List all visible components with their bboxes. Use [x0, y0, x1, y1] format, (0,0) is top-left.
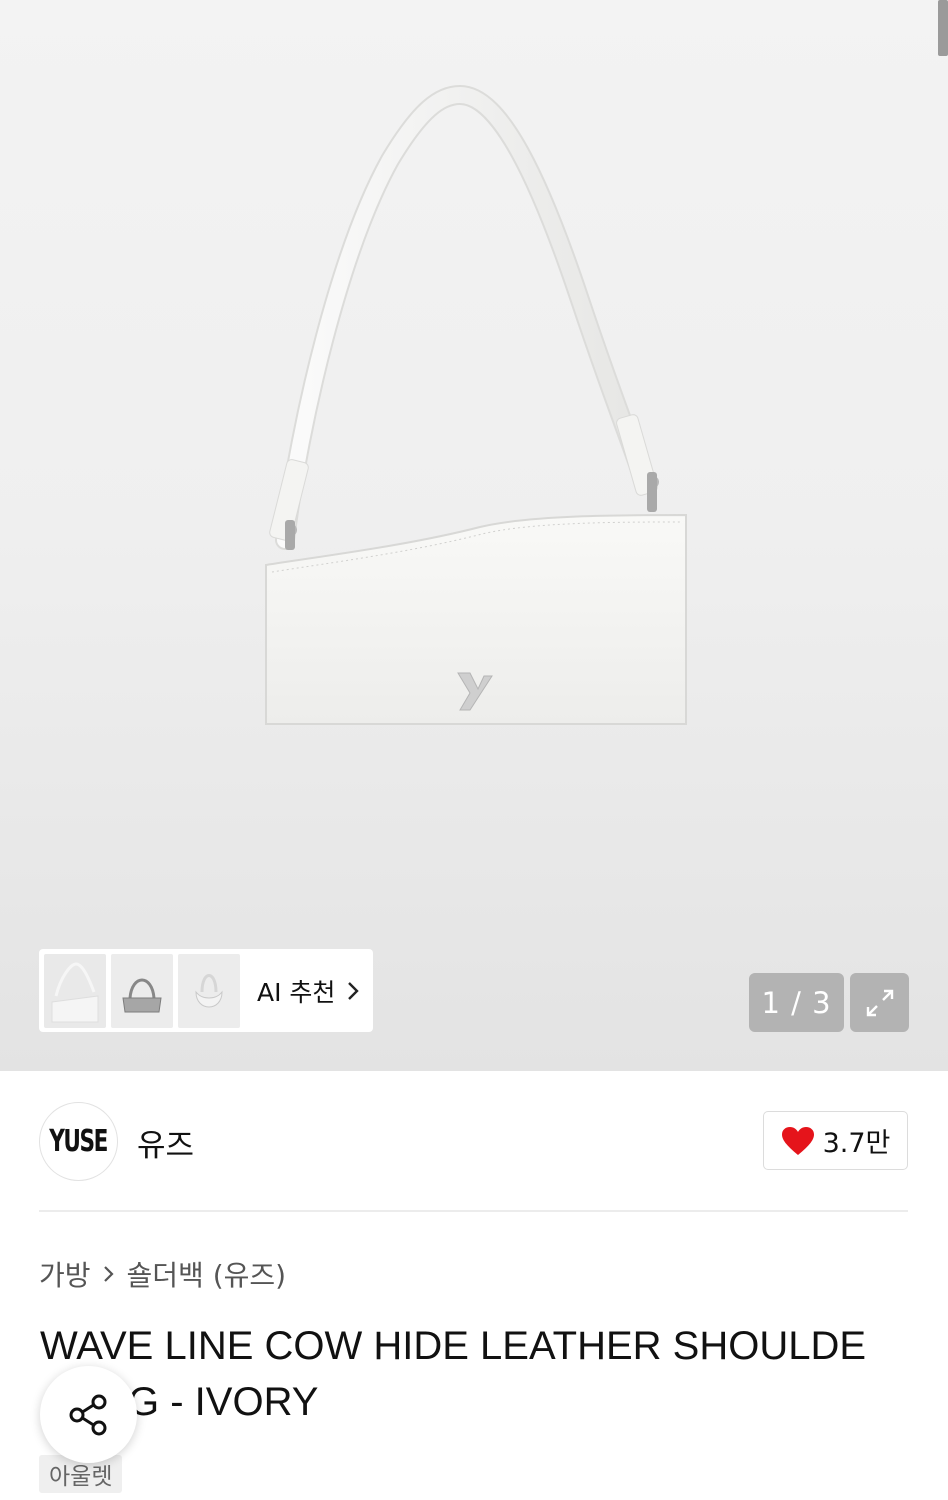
brand-logo-text: YUSE: [49, 1124, 109, 1159]
shoulder-bag-thumb-icon: [51, 961, 99, 1022]
divider: [39, 1210, 908, 1212]
ai-recommend-link[interactable]: AI 추천: [257, 973, 360, 1009]
chevron-right-icon: [347, 981, 360, 1001]
share-button[interactable]: [40, 1366, 137, 1463]
product-title: WAVE LINE COW HIDE LEATHER SHOULDE G - I…: [40, 1318, 910, 1430]
bag-thumb-icon: [122, 978, 162, 1012]
ai-recommend-panel[interactable]: AI 추천: [39, 949, 373, 1032]
product-title-line2: G - IVORY: [128, 1380, 319, 1424]
heart-icon: [781, 1126, 814, 1155]
product-image-gallery[interactable]: AI 추천 1 / 3: [0, 0, 948, 1071]
recommend-thumb-1[interactable]: [44, 953, 106, 1028]
product-title-line1: WAVE LINE COW HIDE LEATHER SHOULDE: [40, 1324, 867, 1368]
share-icon: [69, 1394, 106, 1435]
expand-image-button[interactable]: [850, 973, 909, 1032]
hobo-bag-thumb-icon: [195, 973, 223, 1007]
brand-logo[interactable]: YUSE: [39, 1102, 118, 1181]
breadcrumb: 가방 숄더백 (유즈): [39, 1254, 286, 1294]
like-count: 3.7만: [822, 1128, 891, 1159]
recommend-thumb-2[interactable]: [111, 953, 173, 1028]
ai-recommend-label: AI 추천: [257, 977, 336, 1007]
brand-name[interactable]: 유즈: [137, 1120, 194, 1165]
breadcrumb-item-category[interactable]: 가방: [39, 1254, 91, 1294]
product-image: [265, 84, 687, 725]
like-button[interactable]: 3.7만: [763, 1111, 908, 1170]
recommend-thumb-3[interactable]: [178, 953, 240, 1028]
breadcrumb-item-subcategory[interactable]: 숄더백 (유즈): [127, 1254, 287, 1294]
image-counter: 1 / 3: [749, 973, 844, 1032]
expand-icon: [866, 989, 893, 1016]
chevron-right-icon: [103, 1264, 115, 1284]
